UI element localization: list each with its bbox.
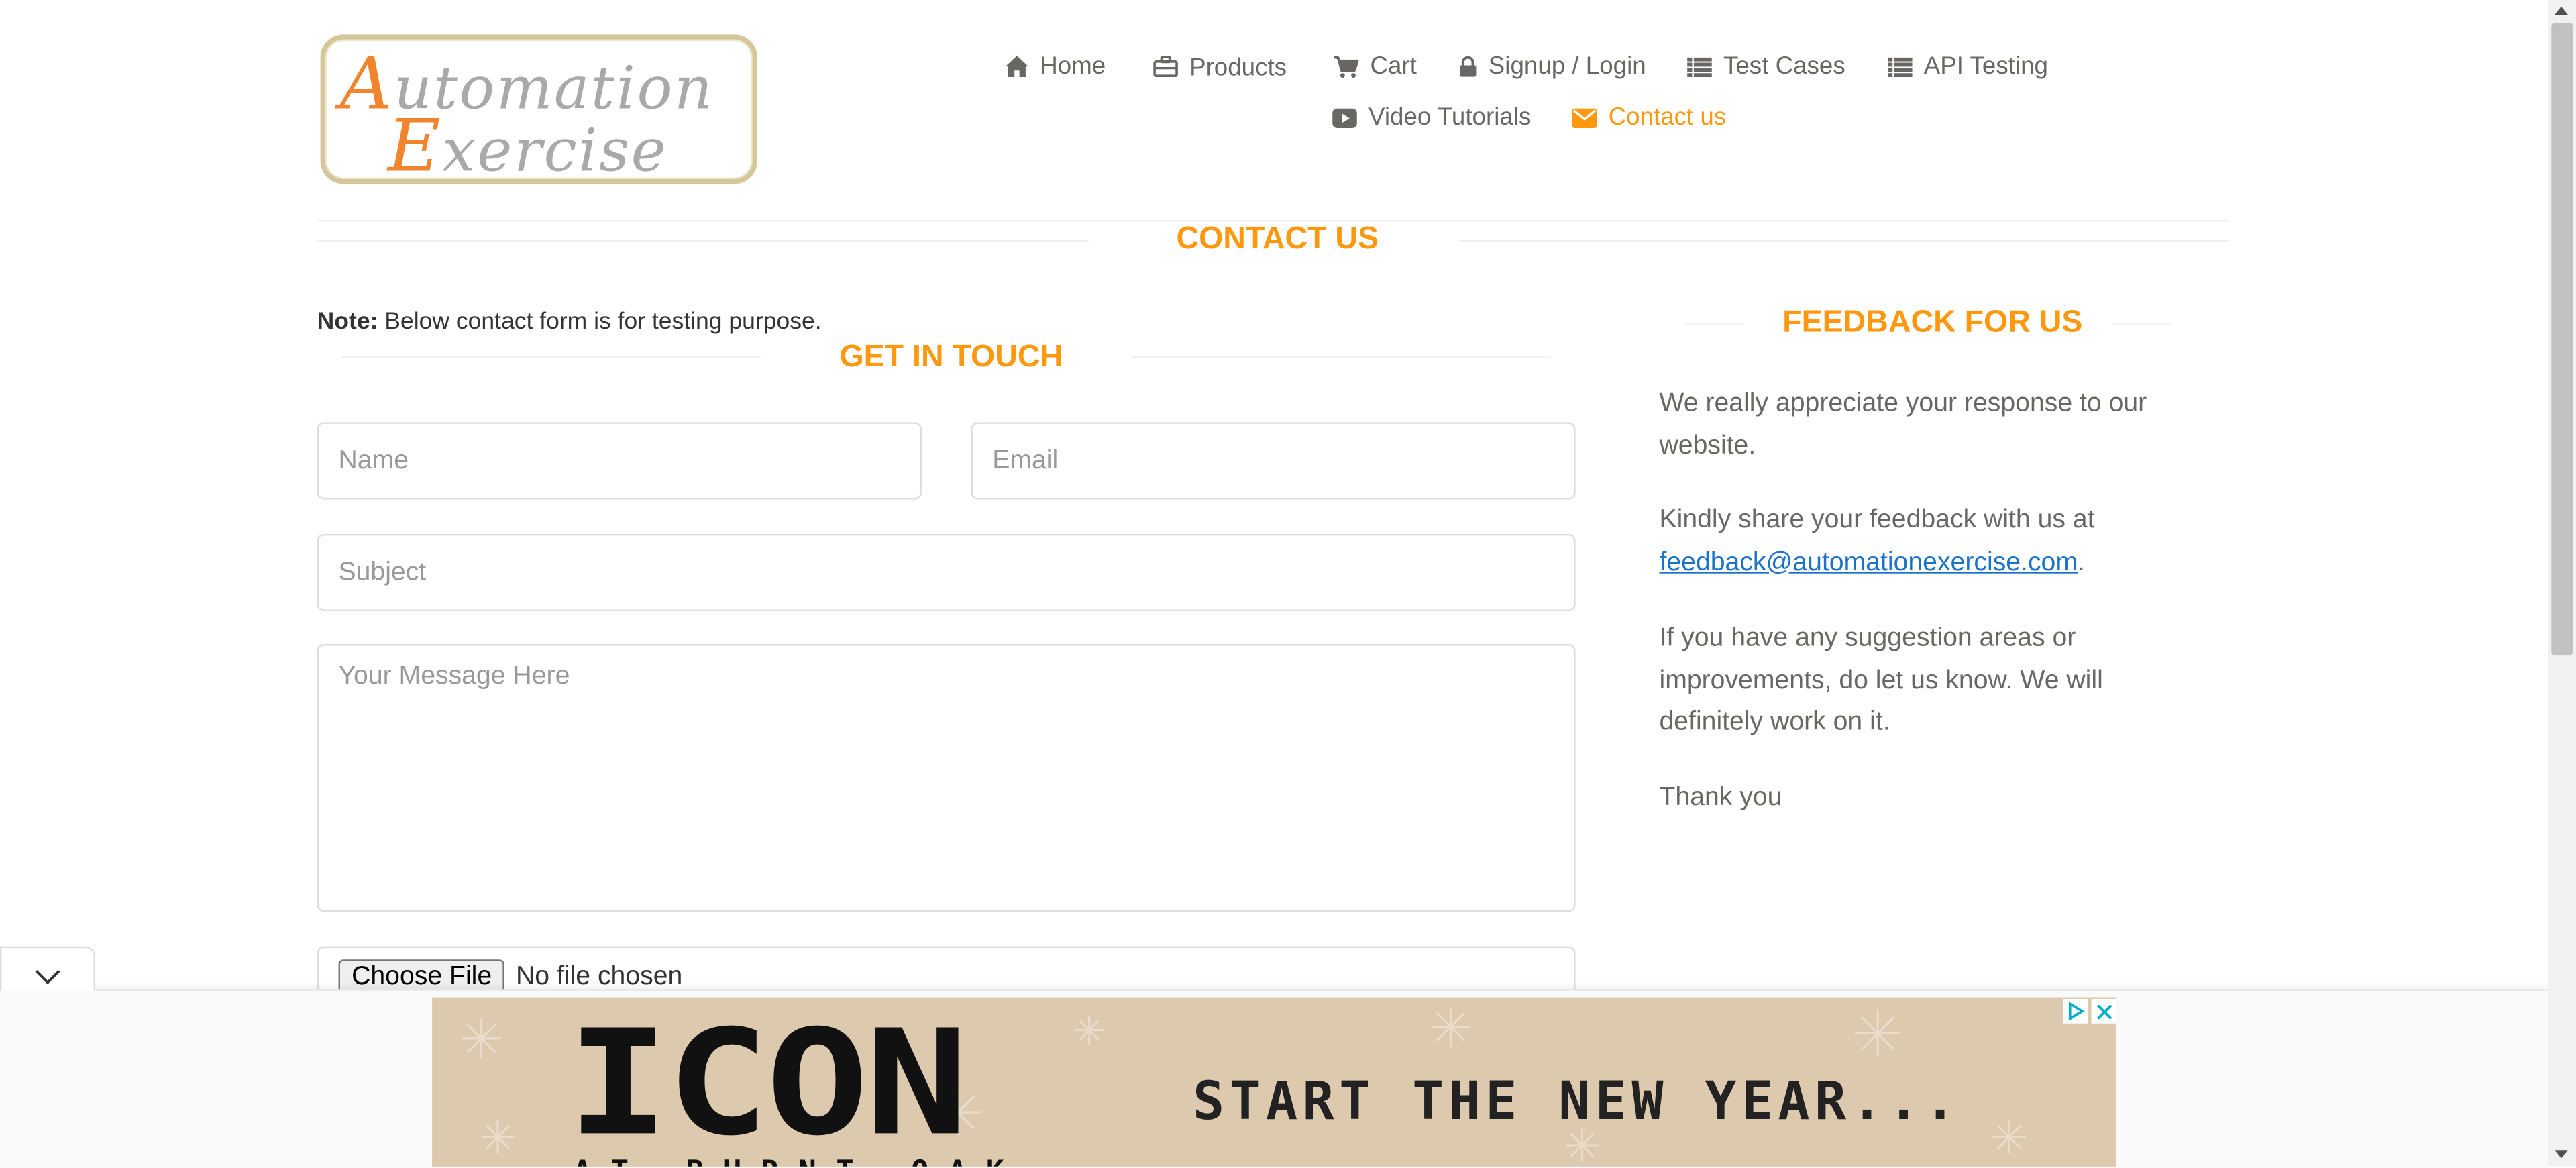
scroll-up-arrow[interactable]: [2555, 6, 2568, 15]
adchoices-icon[interactable]: [2063, 998, 2088, 1024]
message-textarea[interactable]: [317, 644, 1576, 912]
subject-input[interactable]: [317, 533, 1576, 612]
ad-slogan: START THE NEW YEAR...: [1192, 1069, 1962, 1132]
nav-signup-label: Signup / Login: [1488, 52, 1646, 81]
ad-banner[interactable]: ICON AT BURNT OAK START THE NEW YEAR...: [432, 997, 2116, 1167]
email-input[interactable]: [971, 422, 1576, 500]
nav-cart-label: Cart: [1370, 52, 1417, 81]
nav-products[interactable]: Products: [1153, 52, 1287, 83]
youtube-play-icon: [1332, 107, 1357, 127]
nav-api-testing[interactable]: API Testing: [1887, 52, 2048, 81]
nav-cart[interactable]: Cart: [1334, 52, 1417, 81]
get-in-touch-heading: GET IN TOUCH: [839, 339, 1063, 375]
chevron-down-icon: [34, 963, 60, 992]
nav-contact-us[interactable]: Contact us: [1572, 103, 1727, 131]
feedback-heading: FEEDBACK FOR US: [1782, 305, 2083, 340]
close-icon[interactable]: [2091, 998, 2116, 1024]
nav-api-testing-label: API Testing: [1923, 52, 2048, 81]
feedback-email-link[interactable]: feedback@automationexercise.com: [1659, 548, 2078, 576]
lock-icon: [1459, 56, 1477, 77]
scrollbar-thumb[interactable]: [2551, 23, 2573, 656]
scroll-down-arrow[interactable]: [2555, 1150, 2568, 1159]
title-rule-right: [1458, 240, 2230, 242]
file-status-text: No file chosen: [515, 963, 683, 991]
nav-home[interactable]: Home: [1005, 52, 1106, 81]
cart-icon: [1334, 55, 1359, 78]
nav-home-label: Home: [1040, 52, 1106, 81]
nav-signup-login[interactable]: Signup / Login: [1459, 52, 1646, 81]
nav-test-cases[interactable]: Test Cases: [1687, 52, 1845, 81]
ad-controls: [2063, 998, 2116, 1024]
feedback-paragraph-3: If you have any suggestion areas or impr…: [1659, 624, 2103, 737]
ad-logo: ICON: [566, 998, 969, 1167]
feedback-rule-left: [1685, 323, 1743, 325]
page-title: CONTACT US: [1176, 221, 1379, 257]
get-in-touch-rule-right: [1132, 356, 1551, 358]
nav-test-cases-label: Test Cases: [1723, 52, 1845, 81]
feedback-paragraph-1: We really appreciate your response to ou…: [1659, 389, 2147, 460]
feedback-paragraph-2: Kindly share your feedback with us at fe…: [1659, 506, 2095, 576]
home-icon: [1005, 56, 1029, 78]
feedback-thank-you: Thank you: [1659, 784, 1782, 812]
nav-contact-us-label: Contact us: [1608, 103, 1727, 131]
feedback-rule-right: [2112, 323, 2172, 325]
briefcase-icon: [1153, 56, 1178, 78]
envelope-icon: [1572, 107, 1597, 127]
form-note: Note: Below contact form is for testing …: [317, 309, 822, 335]
ad-collapse-toggle[interactable]: [0, 946, 96, 992]
title-rule-left: [317, 240, 1089, 242]
logo-line-2: Exercise: [387, 105, 668, 189]
nav-video-tutorials-label: Video Tutorials: [1368, 103, 1532, 131]
page-root: Automation Exercise Home Products Cart S…: [0, 0, 2576, 1168]
nav-products-label: Products: [1189, 54, 1287, 83]
get-in-touch-rule-left: [341, 356, 761, 358]
list-icon: [1887, 56, 1913, 76]
site-logo[interactable]: Automation Exercise: [320, 34, 757, 189]
list-icon: [1687, 56, 1712, 76]
ad-logo-subtext: AT BURNT OAK: [574, 1155, 1024, 1167]
name-input[interactable]: [317, 422, 922, 500]
nav-video-tutorials[interactable]: Video Tutorials: [1332, 103, 1531, 131]
